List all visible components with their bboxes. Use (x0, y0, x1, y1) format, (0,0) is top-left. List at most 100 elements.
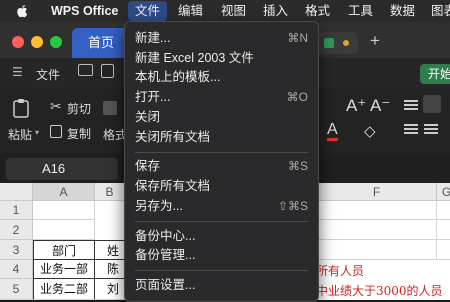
new-tab-icon[interactable]: + (370, 31, 380, 51)
menu-item-label: 关闭所有文档 (135, 130, 211, 144)
table-cell[interactable]: 姓 (95, 240, 125, 260)
open-folder-icon[interactable] (78, 64, 93, 76)
unsaved-dot-icon (343, 40, 349, 46)
menu-item-shortcut: ⌘O (286, 90, 308, 104)
menu-chart[interactable]: 图表 (424, 0, 450, 22)
align-left-icon[interactable] (404, 124, 418, 126)
align-top-icon[interactable] (404, 100, 418, 102)
menu-item-backup-center[interactable]: 备份中心... (135, 227, 308, 246)
menu-item-label: 新建 Excel 2003 文件 (135, 51, 254, 65)
increase-font-icon[interactable]: A⁺ (346, 96, 366, 116)
row-header-5[interactable]: 5 (0, 279, 33, 300)
hamburger-icon[interactable]: ☰ (12, 65, 23, 79)
app-menu[interactable]: WPS Office (44, 0, 125, 22)
minimize-window-button[interactable] (31, 36, 43, 48)
note-text-row5: 中业绩大于3000的人员 (316, 284, 443, 298)
menu-item-label: 另存为... (135, 199, 183, 213)
menu-separator (135, 221, 308, 222)
font-color-icon[interactable]: A (327, 122, 338, 141)
column-header-b[interactable]: B (95, 183, 125, 201)
menu-item-new-excel-2003[interactable]: 新建 Excel 2003 文件 (135, 49, 308, 68)
menu-separator (135, 270, 308, 271)
file-menu-button[interactable]: 文件 (36, 66, 60, 83)
paste-icon[interactable] (12, 98, 30, 118)
tab-start[interactable]: 开始 (420, 64, 450, 84)
paste-button[interactable]: 粘贴 (8, 126, 32, 143)
table-cell[interactable] (437, 240, 450, 260)
menu-edit[interactable]: 编辑 (171, 0, 210, 22)
table-cell[interactable] (437, 220, 450, 240)
note-text-row4: 所有人员 (316, 264, 365, 278)
menu-item-local-templates[interactable]: 本机上的模板... (135, 68, 308, 87)
menu-bar: WPS Office 文件 编辑 视图 插入 格式 工具 数据 图表 (0, 0, 450, 22)
menu-item-close[interactable]: 关闭 (135, 108, 308, 127)
table-cell[interactable]: 部门 (33, 240, 95, 260)
table-cell[interactable] (437, 201, 450, 220)
decrease-font-icon[interactable]: A⁻ (370, 96, 390, 116)
menu-item-backup-manage[interactable]: 备份管理... (135, 246, 308, 265)
row-header-1[interactable]: 1 (0, 201, 33, 220)
table-cell[interactable] (317, 201, 437, 220)
menu-item-label: 本机上的模板... (135, 70, 221, 84)
table-cell[interactable]: 刘 (95, 279, 125, 300)
row-header-3[interactable]: 3 (0, 240, 33, 260)
close-window-button[interactable] (12, 36, 24, 48)
document-tab[interactable] (316, 32, 358, 54)
menu-view[interactable]: 视图 (214, 0, 253, 22)
menu-item-shortcut: ⌘N (287, 31, 308, 45)
file-dropdown-menu: 新建... ⌘N 新建 Excel 2003 文件 本机上的模板... 打开...… (124, 21, 319, 302)
menu-file[interactable]: 文件 (128, 1, 168, 21)
row-header-4[interactable]: 4 (0, 260, 33, 279)
menu-item-new[interactable]: 新建... ⌘N (135, 29, 308, 48)
menu-item-label: 页面设置... (135, 278, 196, 292)
menu-item-page-setup[interactable]: 页面设置... (135, 276, 308, 295)
column-header-f[interactable]: F (317, 183, 437, 201)
copy-icon[interactable] (50, 125, 62, 138)
menu-tools[interactable]: 工具 (341, 0, 380, 22)
menu-item-save-as[interactable]: 另存为... ⇧⌘S (135, 197, 308, 216)
copy-button[interactable]: 复制 (67, 125, 91, 142)
save-icon[interactable] (101, 64, 114, 78)
format-painter-icon[interactable] (103, 101, 117, 115)
menu-item-label: 关闭 (135, 110, 161, 124)
menu-item-label: 保存所有文档 (135, 179, 211, 193)
fill-color-icon[interactable]: ◇ (364, 122, 376, 140)
paste-dropdown-icon[interactable]: ▾ (35, 128, 39, 137)
select-all-corner[interactable] (0, 183, 33, 201)
menu-format[interactable]: 格式 (298, 0, 337, 22)
menu-item-save-all[interactable]: 保存所有文档 (135, 177, 308, 196)
zoom-window-button[interactable] (50, 36, 62, 48)
menu-data[interactable]: 数据 (383, 0, 422, 22)
menu-item-label: 打开... (135, 90, 171, 104)
menu-item-shortcut: ⌘S (287, 159, 308, 173)
menu-item-shortcut: ⇧⌘S (277, 199, 308, 213)
menu-item-save[interactable]: 保存 ⌘S (135, 157, 308, 176)
tab-home[interactable]: 首页 (72, 28, 130, 58)
menu-item-open[interactable]: 打开... ⌘O (135, 88, 308, 107)
menu-separator (135, 152, 308, 153)
table-cell[interactable] (317, 240, 437, 260)
sheet-icon (324, 38, 334, 48)
name-box[interactable]: A16 (6, 158, 118, 180)
column-header-g[interactable]: G (437, 183, 450, 201)
cut-button[interactable]: 剪切 (67, 100, 91, 117)
apple-icon[interactable] (16, 4, 30, 18)
align-center-icon[interactable] (424, 124, 438, 126)
menu-item-label: 备份中心... (135, 229, 196, 243)
table-cell[interactable] (33, 201, 95, 220)
align-middle-icon[interactable] (423, 95, 441, 113)
name-box-value: A16 (42, 161, 66, 176)
column-header-a[interactable]: A (33, 183, 95, 201)
row-header-2[interactable]: 2 (0, 220, 33, 240)
menu-item-close-all[interactable]: 关闭所有文档 (135, 128, 308, 147)
table-cell[interactable] (33, 220, 95, 240)
menu-item-label: 备份管理... (135, 248, 196, 262)
scissors-icon[interactable]: ✂ (50, 98, 62, 115)
table-cell[interactable]: 业务一部 (33, 260, 95, 279)
menu-item-label: 新建... (135, 31, 171, 45)
menu-item-label: 保存 (135, 159, 161, 173)
menu-insert[interactable]: 插入 (256, 0, 295, 22)
table-cell[interactable]: 陈 (95, 260, 125, 279)
table-cell[interactable] (317, 220, 437, 240)
table-cell[interactable]: 业务二部 (33, 279, 95, 300)
